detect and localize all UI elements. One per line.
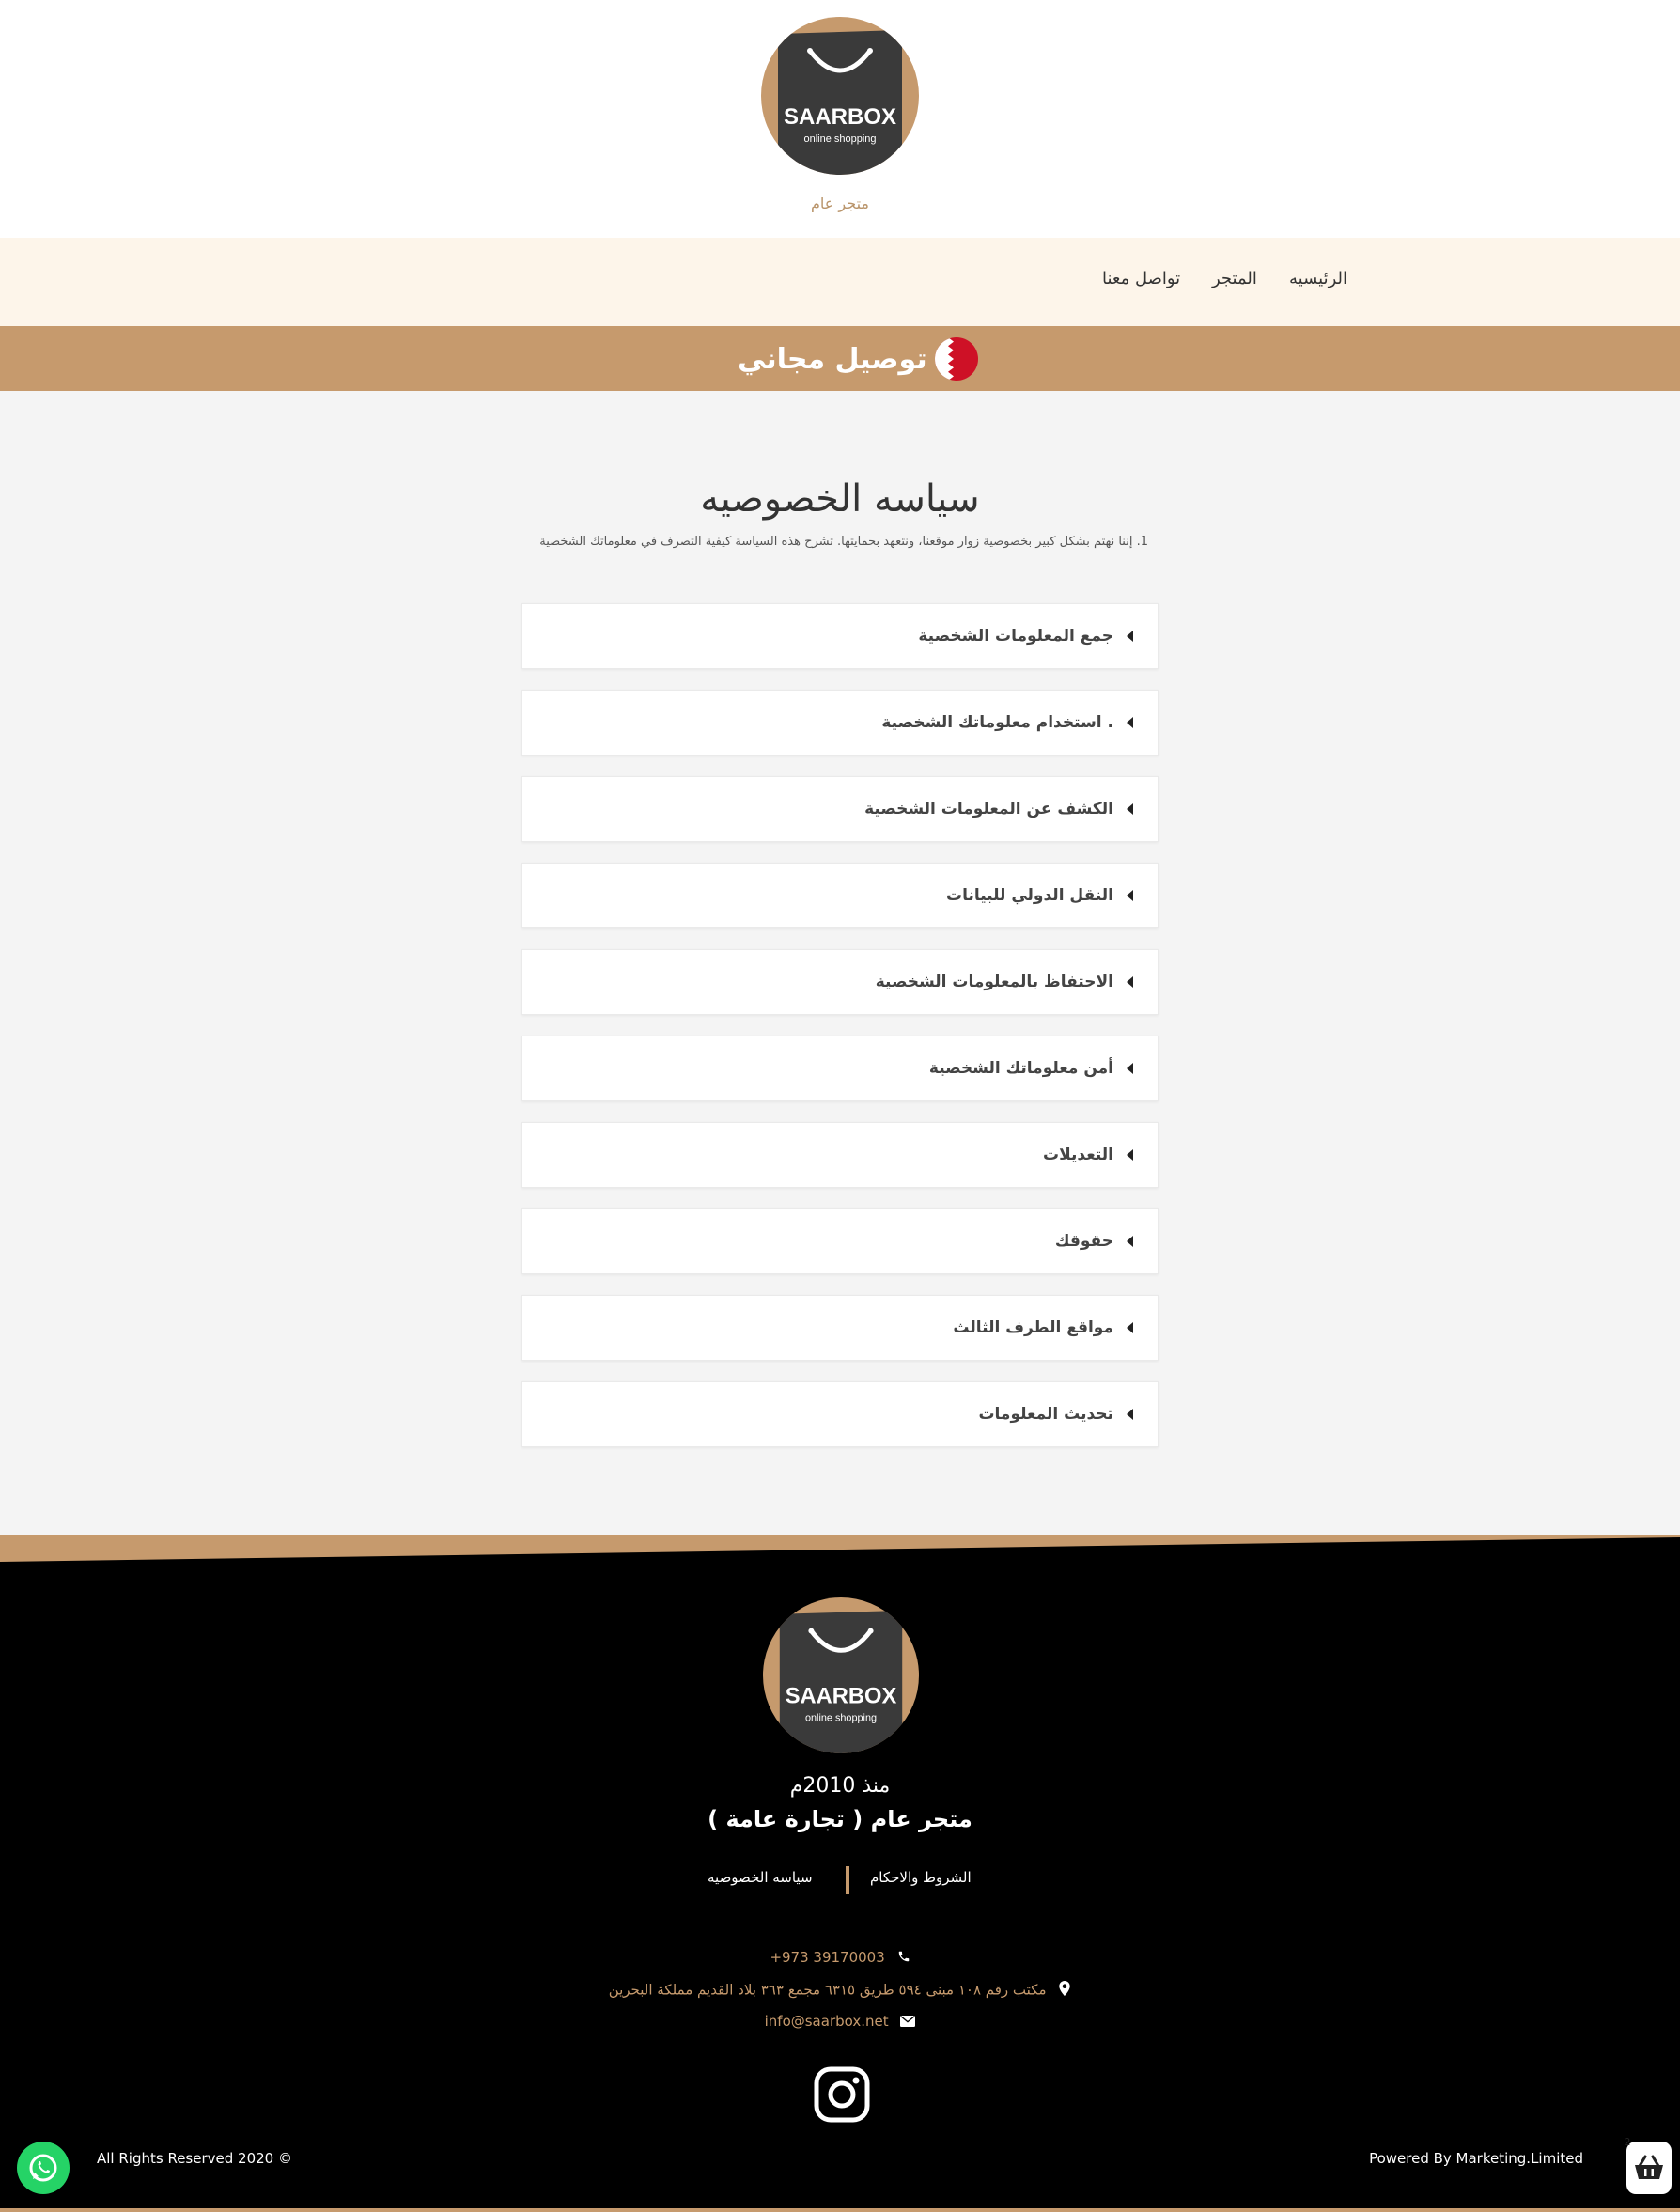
free-delivery-banner: توصيل مجاني bbox=[0, 326, 1680, 391]
accordion-label: أمن معلوماتك الشخصية bbox=[928, 1059, 1113, 1078]
phone-number: +973 39170003 bbox=[770, 1949, 885, 1966]
address-text: مكتب رقم ١٠٨ مبنى ٥٩٤ طريق ٦٣١٥ مجمع ٣٦٣… bbox=[608, 1981, 1047, 1999]
footer-logo-brand-text: SAARBOX bbox=[786, 1685, 897, 1709]
privacy-content: سياسه الخصوصيه 1. إننا نهتم بشكل كبير بخ… bbox=[0, 391, 1680, 1535]
footer-title: متجر عام ( تجارة عامة ) bbox=[708, 1806, 972, 1832]
accordion-item[interactable]: مواقع الطرف الثالث bbox=[521, 1295, 1159, 1361]
footer-phone[interactable]: +973 39170003 bbox=[0, 1949, 1680, 1967]
accordion-item[interactable]: النقل الدولي للبيانات bbox=[521, 863, 1159, 928]
footer-email[interactable]: info@saarbox.net bbox=[0, 2013, 1680, 2031]
powered-by-link[interactable]: Powered By Marketing.Limited bbox=[1369, 2150, 1583, 2167]
caret-left-icon bbox=[1127, 1236, 1133, 1247]
intro-text: 1. إننا نهتم بشكل كبير بخصوصية زوار موقع… bbox=[539, 535, 1148, 549]
caret-left-icon bbox=[1127, 1149, 1133, 1161]
map-marker-icon bbox=[1058, 1981, 1071, 2000]
footer-logo-sub-text: online shopping bbox=[805, 1712, 877, 1723]
accordion-item[interactable]: التعديلات bbox=[521, 1122, 1159, 1188]
caret-left-icon bbox=[1127, 631, 1133, 642]
copyright-text: All Rights Reserved 2020 © bbox=[97, 2150, 292, 2167]
accordion-label: النقل الدولي للبيانات bbox=[945, 886, 1113, 905]
site-tagline: متجر عام bbox=[811, 195, 869, 212]
envelope-icon bbox=[900, 2014, 916, 2031]
accordion-label: تحديث المعلومات bbox=[978, 1405, 1113, 1424]
accordion-item[interactable]: حقوقك bbox=[521, 1208, 1159, 1274]
caret-left-icon bbox=[1127, 890, 1133, 901]
main-nav: الرئيسيه المتجر تواصل معنا bbox=[0, 238, 1680, 326]
footer-link-privacy[interactable]: سياسه الخصوصيه bbox=[708, 1869, 813, 1886]
footer-saarbox-logo[interactable]: SAARBOX online shopping bbox=[763, 1597, 919, 1753]
accordion-item[interactable]: جمع المعلومات الشخصية bbox=[521, 603, 1159, 669]
accordion-label: حقوقك bbox=[1054, 1232, 1113, 1251]
accordion-label: مواقع الطرف الثالث bbox=[953, 1318, 1113, 1337]
caret-left-icon bbox=[1127, 1322, 1133, 1333]
footer-link-divider bbox=[846, 1866, 849, 1894]
page-title: سياسه الخصوصيه bbox=[700, 477, 980, 521]
saarbox-logo[interactable]: SAARBOX online shopping bbox=[761, 17, 919, 175]
accordion-item[interactable]: . استخدام معلوماتك الشخصية bbox=[521, 690, 1159, 756]
email-text: info@saarbox.net bbox=[764, 2013, 889, 2030]
bahrain-flag-icon bbox=[934, 337, 978, 381]
nav-item-shop[interactable]: المتجر bbox=[1212, 269, 1257, 288]
cart-count-badge: 2 bbox=[1624, 2136, 1631, 2148]
accordion-label: . استخدام معلوماتك الشخصية bbox=[881, 713, 1113, 732]
caret-left-icon bbox=[1127, 1409, 1133, 1420]
footer-since: منذ 2010م bbox=[789, 1774, 891, 1798]
banner-text: توصيل مجاني bbox=[738, 342, 927, 376]
accordion-item[interactable]: أمن معلوماتك الشخصية bbox=[521, 1036, 1159, 1101]
logo-brand-text: SAARBOX bbox=[784, 104, 896, 130]
whatsapp-icon bbox=[29, 2154, 57, 2182]
accordion-label: جمع المعلومات الشخصية bbox=[918, 627, 1113, 646]
accordion-item[interactable]: الاحتفاظ بالمعلومات الشخصية bbox=[521, 949, 1159, 1015]
instagram-icon[interactable] bbox=[814, 2066, 870, 2123]
whatsapp-button[interactable] bbox=[17, 2142, 70, 2194]
accordion-label: التعديلات bbox=[1043, 1145, 1113, 1164]
accordion-item[interactable]: تحديث المعلومات bbox=[521, 1381, 1159, 1447]
caret-left-icon bbox=[1127, 976, 1133, 988]
footer-address: مكتب رقم ١٠٨ مبنى ٥٩٤ طريق ٦٣١٥ مجمع ٣٦٣… bbox=[0, 1981, 1680, 2000]
accordion-label: الاحتفاظ بالمعلومات الشخصية bbox=[875, 973, 1113, 991]
footer-link-terms[interactable]: الشروط والاحكام bbox=[870, 1869, 972, 1886]
caret-left-icon bbox=[1127, 803, 1133, 815]
accordion-item[interactable]: الكشف عن المعلومات الشخصية bbox=[521, 776, 1159, 842]
accordion-label: الكشف عن المعلومات الشخصية bbox=[864, 800, 1113, 818]
phone-icon bbox=[897, 1950, 910, 1967]
nav-item-contact[interactable]: تواصل معنا bbox=[1102, 269, 1180, 288]
caret-left-icon bbox=[1127, 1063, 1133, 1074]
caret-left-icon bbox=[1127, 717, 1133, 728]
nav-item-home[interactable]: الرئيسيه bbox=[1289, 269, 1347, 288]
logo-sub-text: online shopping bbox=[803, 133, 876, 145]
site-header: SAARBOX online shopping متجر عام bbox=[0, 0, 1680, 238]
